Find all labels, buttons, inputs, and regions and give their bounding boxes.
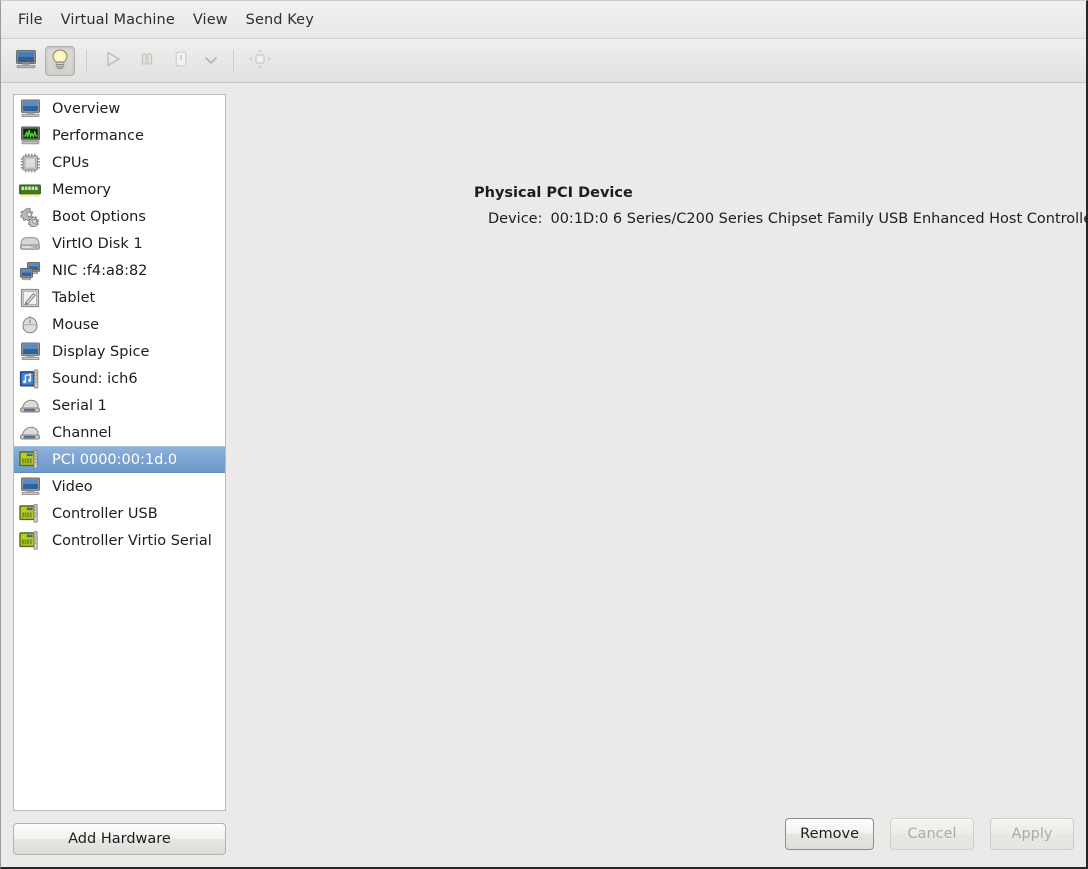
sidebar-item-tablet[interactable]: Tablet bbox=[14, 284, 225, 311]
sidebar-item-controller-virtio-serial[interactable]: Controller Virtio Serial bbox=[14, 527, 225, 554]
cancel-button[interactable]: Cancel bbox=[890, 818, 974, 850]
sidebar-item-label: NIC :f4:a8:82 bbox=[52, 262, 148, 279]
sidebar-item-label: Display Spice bbox=[52, 343, 150, 360]
memory-stick-icon bbox=[17, 179, 43, 201]
sidebar-item-cpus[interactable]: CPUs bbox=[14, 149, 225, 176]
sidebar-item-controller-usb[interactable]: Controller USB bbox=[14, 500, 225, 527]
soundcard-icon bbox=[17, 368, 43, 390]
toolbar-separator-2 bbox=[233, 49, 234, 72]
tablet-pen-icon bbox=[17, 287, 43, 309]
sidebar-item-overview[interactable]: Overview bbox=[14, 95, 225, 122]
device-field-value: 00:1D:0 6 Series/C200 Series Chipset Fam… bbox=[550, 211, 1088, 227]
gears-icon bbox=[17, 206, 43, 228]
lightbulb-icon bbox=[50, 48, 70, 74]
sidebar-item-label: Boot Options bbox=[52, 208, 146, 225]
sidebar-item-pci-0000-00-1d-0[interactable]: PCI 0000:00:1d.0 bbox=[14, 446, 225, 473]
sidebar-item-label: VirtIO Disk 1 bbox=[52, 235, 143, 252]
menu-view[interactable]: View bbox=[184, 8, 237, 32]
details-panel: Physical PCI Device Device: 00:1D:0 6 Se… bbox=[226, 83, 1088, 867]
shutdown-button[interactable] bbox=[166, 46, 196, 76]
sidebar-item-label: Serial 1 bbox=[52, 397, 107, 414]
sidebar-item-performance[interactable]: Performance bbox=[14, 122, 225, 149]
sidebar-item-label: Video bbox=[52, 478, 93, 495]
network-card-icon bbox=[17, 260, 43, 282]
sidebar-item-channel[interactable]: Channel bbox=[14, 419, 225, 446]
hardware-sidebar: Overview Performance CPUs Memory Boot Op… bbox=[1, 83, 226, 867]
add-hardware-button[interactable]: Add Hardware bbox=[13, 823, 226, 855]
sidebar-item-label: Tablet bbox=[52, 289, 96, 306]
virt-manager-window: File Virtual Machine View Send Key Overv… bbox=[0, 0, 1088, 869]
sidebar-item-label: PCI 0000:00:1d.0 bbox=[52, 451, 178, 468]
harddisk-icon bbox=[17, 233, 43, 255]
chevron-down-icon bbox=[203, 51, 219, 70]
menu-virtual-machine[interactable]: Virtual Machine bbox=[52, 8, 184, 32]
sidebar-item-sound[interactable]: Sound: ich6 bbox=[14, 365, 225, 392]
hardware-list[interactable]: Overview Performance CPUs Memory Boot Op… bbox=[13, 94, 226, 811]
pci-card-icon bbox=[17, 530, 43, 552]
play-icon bbox=[104, 50, 122, 72]
sidebar-item-label: Performance bbox=[52, 127, 144, 144]
apply-button[interactable]: Apply bbox=[990, 818, 1074, 850]
sidebar-item-nic[interactable]: NIC :f4:a8:82 bbox=[14, 257, 225, 284]
menu-bar: File Virtual Machine View Send Key bbox=[1, 1, 1086, 39]
sidebar-item-label: Sound: ich6 bbox=[52, 370, 138, 387]
sidebar-item-label: Memory bbox=[52, 181, 111, 198]
resize-to-vm-button[interactable] bbox=[245, 46, 275, 76]
page-title: Physical PCI Device bbox=[474, 185, 633, 201]
fullscreen-expand-icon bbox=[248, 48, 272, 74]
sidebar-item-boot-options[interactable]: Boot Options bbox=[14, 203, 225, 230]
sidebar-item-serial-1[interactable]: Serial 1 bbox=[14, 392, 225, 419]
shutdown-icon bbox=[172, 50, 190, 72]
sidebar-item-virtio-disk-1[interactable]: VirtIO Disk 1 bbox=[14, 230, 225, 257]
action-button-bar: Remove Cancel Apply bbox=[226, 813, 1086, 867]
display-icon bbox=[17, 476, 43, 498]
content-area: Overview Performance CPUs Memory Boot Op… bbox=[1, 83, 1088, 867]
show-console-button[interactable] bbox=[11, 46, 41, 76]
toolbar-separator-1 bbox=[86, 49, 87, 72]
pci-card-icon bbox=[17, 503, 43, 525]
run-button[interactable] bbox=[98, 46, 128, 76]
shutdown-menu-button[interactable] bbox=[198, 46, 224, 76]
sidebar-item-memory[interactable]: Memory bbox=[14, 176, 225, 203]
sidebar-item-label: Overview bbox=[52, 100, 121, 117]
performance-graph-icon bbox=[17, 125, 43, 147]
mouse-icon bbox=[17, 314, 43, 336]
menu-send-key[interactable]: Send Key bbox=[237, 8, 323, 32]
display-icon bbox=[17, 341, 43, 363]
pci-device-section: Physical PCI Device Device: 00:1D:0 6 Se… bbox=[226, 83, 1088, 813]
show-details-button[interactable] bbox=[45, 45, 75, 76]
console-monitor-icon bbox=[15, 49, 37, 73]
pause-button[interactable] bbox=[132, 46, 162, 76]
menu-file[interactable]: File bbox=[9, 8, 52, 32]
device-field-row: Device: 00:1D:0 6 Series/C200 Series Chi… bbox=[474, 211, 1088, 227]
add-hardware-container: Add Hardware bbox=[13, 811, 226, 867]
sidebar-item-label: Mouse bbox=[52, 316, 100, 333]
pause-icon bbox=[138, 50, 156, 72]
device-field-label: Device: bbox=[488, 211, 543, 227]
pci-card-icon bbox=[17, 449, 43, 471]
sidebar-item-display-spice[interactable]: Display Spice bbox=[14, 338, 225, 365]
toolbar bbox=[1, 39, 1086, 83]
sidebar-item-label: Channel bbox=[52, 424, 112, 441]
cpu-chip-icon bbox=[17, 152, 43, 174]
serial-port-icon bbox=[17, 422, 43, 444]
sidebar-item-video[interactable]: Video bbox=[14, 473, 225, 500]
sidebar-item-label: Controller USB bbox=[52, 505, 158, 522]
serial-port-icon bbox=[17, 395, 43, 417]
monitor-icon bbox=[17, 98, 43, 120]
sidebar-item-mouse[interactable]: Mouse bbox=[14, 311, 225, 338]
sidebar-item-label: Controller Virtio Serial bbox=[52, 532, 212, 549]
sidebar-item-label: CPUs bbox=[52, 154, 90, 171]
remove-button[interactable]: Remove bbox=[785, 818, 874, 850]
